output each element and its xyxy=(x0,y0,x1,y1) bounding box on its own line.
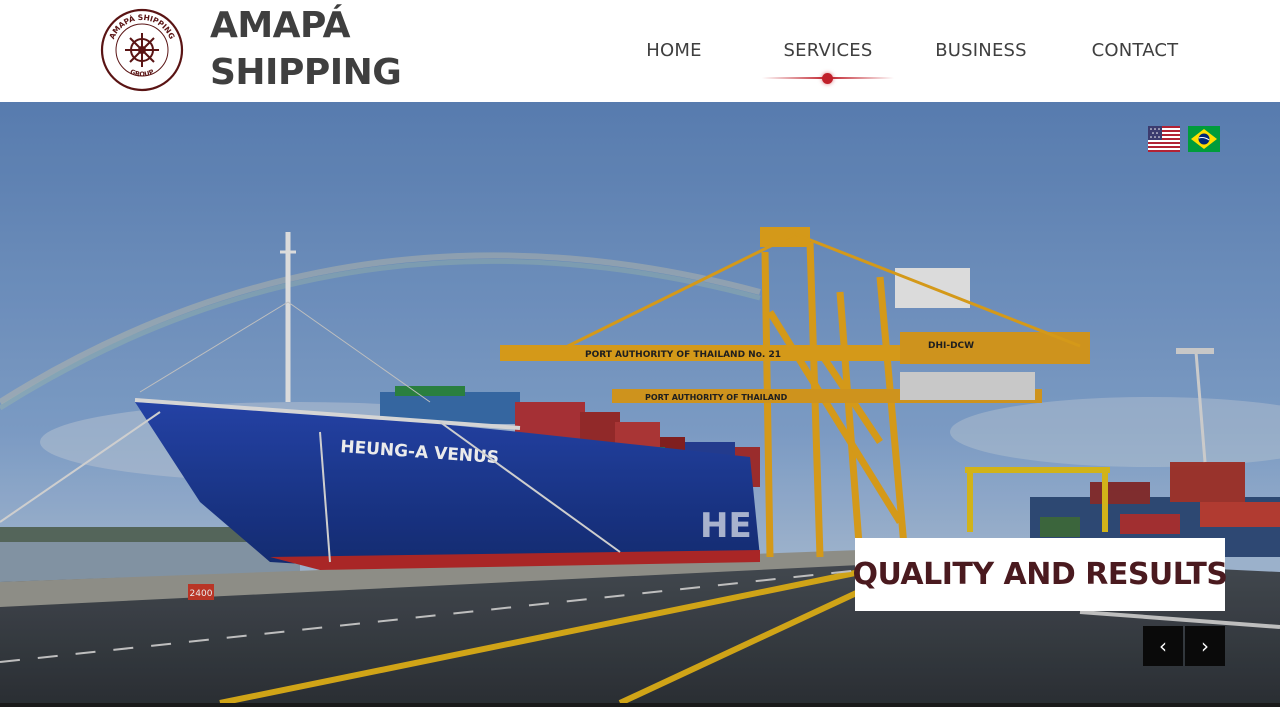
hero-slider: 2400 PORT AUTHORITY OF THAILAND No. 21 P… xyxy=(0,102,1280,703)
us-flag-icon[interactable] xyxy=(1148,126,1180,152)
brazil-flag-icon[interactable] xyxy=(1188,126,1220,152)
chevron-right-icon: › xyxy=(1201,634,1209,658)
slide-caption: QUALITY AND RESULTS xyxy=(852,538,1228,611)
chevron-left-icon: ‹ xyxy=(1159,634,1167,658)
nav-services[interactable]: SERVICES xyxy=(770,40,886,64)
main-nav: HOME SERVICES BUSINESS CONTACT xyxy=(0,0,1280,102)
active-nav-dot xyxy=(822,73,833,84)
language-switcher xyxy=(1148,126,1220,152)
nav-business[interactable]: BUSINESS xyxy=(924,40,1038,64)
bottom-edge-bar xyxy=(0,703,1280,707)
slider-next-button[interactable]: › xyxy=(1185,626,1225,666)
nav-home[interactable]: HOME xyxy=(620,40,728,64)
site-header: AMAPÁ SHIPPING GROUP AMAPÁ SHIPPING HOME… xyxy=(0,0,1280,102)
hero-image: 2400 PORT AUTHORITY OF THAILAND No. 21 P… xyxy=(0,102,1280,703)
nav-contact[interactable]: CONTACT xyxy=(1080,40,1190,64)
slider-prev-button[interactable]: ‹ xyxy=(1143,626,1183,666)
